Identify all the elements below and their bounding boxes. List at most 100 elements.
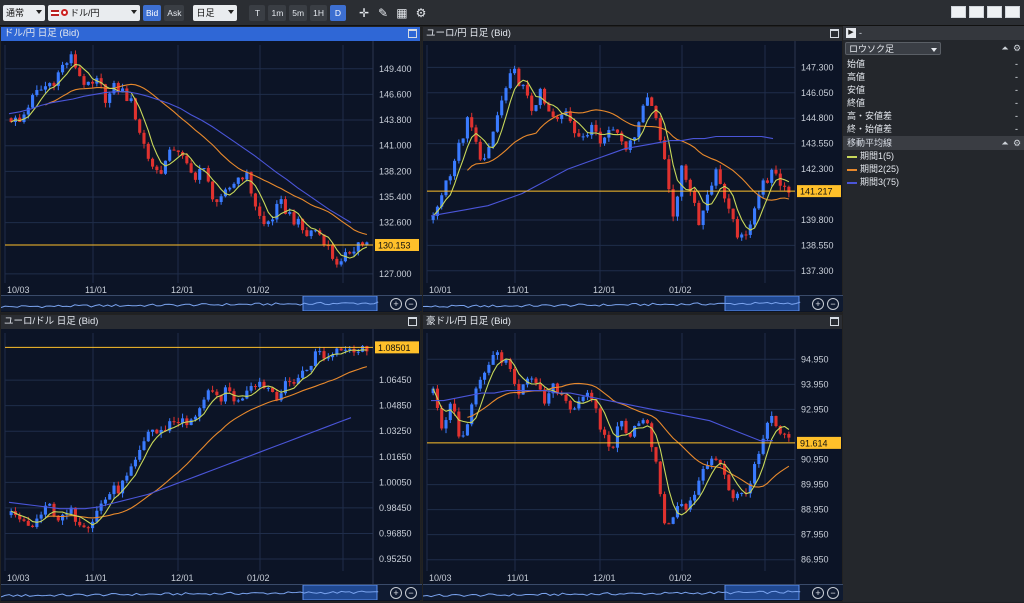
y-tick-label: 137.300	[801, 266, 834, 276]
ma-row[interactable]: 期間1(5)	[843, 150, 1024, 163]
navigator-strip[interactable]: + −	[422, 584, 844, 601]
candle-body	[753, 464, 757, 484]
current-price-label: 141.217	[800, 187, 833, 197]
mode-select[interactable]: 通常	[3, 4, 45, 21]
candle-body	[339, 348, 343, 351]
ohlc-label: 終値	[847, 98, 866, 108]
candle-body	[266, 221, 270, 225]
y-tick-label: 138.550	[801, 240, 834, 250]
zoom-in-icon[interactable]: +	[812, 298, 824, 310]
pair-select[interactable]: ドル/円	[48, 4, 140, 21]
navigator-strip[interactable]: + −	[0, 584, 422, 601]
period-select[interactable]: 日足	[193, 4, 238, 21]
candle-body	[504, 88, 508, 101]
layout-rows-icon[interactable]	[987, 6, 1002, 18]
tf-1h[interactable]: 1H	[310, 4, 327, 21]
zoom-out-icon[interactable]: −	[827, 587, 839, 599]
gear-icon[interactable]: ⚙	[413, 5, 429, 21]
chart-panel-eurjpy[interactable]: ユーロ/円 日足 (Bid) 147.300 146.050 144.800 143.…	[422, 26, 844, 313]
candle-body	[78, 67, 82, 77]
y-tick-label: 1.04850	[379, 401, 412, 411]
tf-daily[interactable]: D	[329, 4, 346, 21]
candle-body	[52, 503, 56, 516]
candle-body	[444, 420, 448, 429]
candle-body	[245, 172, 249, 180]
ma-bell-icon[interactable]: ⏶	[1000, 138, 1010, 148]
pencil-icon[interactable]: ✎	[375, 5, 391, 21]
candle-body	[61, 64, 65, 73]
chart-panel-audjpy[interactable]: 豪ドル/円 日足 (Bid) 94.950 93.950 92.950 91.614 9…	[422, 314, 844, 602]
chart-plot[interactable]: 147.300 146.050 144.800 143.550 142.300 141.2…	[423, 41, 844, 298]
chart-title: ユーロ/ドル 日足 (Bid)	[1, 315, 420, 329]
ma-row[interactable]: 期間2(25)	[843, 163, 1024, 176]
candle-body	[26, 520, 30, 526]
ma5-line	[432, 358, 790, 516]
calculator-icon[interactable]: ▦	[394, 5, 410, 21]
ma-gear-icon[interactable]: ⚙	[1012, 138, 1022, 148]
maximize-icon[interactable]	[408, 317, 417, 326]
candle-body	[731, 208, 735, 220]
layout-two-icon[interactable]	[969, 6, 984, 18]
ma-color-swatch	[847, 155, 857, 158]
chart-plot[interactable]: 149.400 146.600 143.800 141.000 138.200 135.4…	[1, 41, 422, 298]
zoom-in-icon[interactable]: +	[390, 298, 402, 310]
chart-plot[interactable]: 1.08501 1.06450 1.04850 1.03250 1.01650 1.000…	[1, 329, 422, 586]
navigator-strip[interactable]: + −	[0, 295, 422, 312]
bell-icon[interactable]: ⏶	[1000, 43, 1010, 53]
candle-body	[159, 170, 163, 174]
settings-gear-icon[interactable]: ⚙	[1012, 43, 1022, 53]
candle-body	[513, 68, 517, 74]
candle-body	[491, 354, 495, 365]
ma25-line	[467, 382, 790, 488]
crosshair-icon[interactable]: ✛	[356, 5, 372, 21]
current-price-label: 130.153	[378, 240, 411, 250]
y-tick-label: 143.800	[379, 115, 412, 125]
chart-panel-usdjpy[interactable]: ドル/円 日足 (Bid) 149.400 146.600 143.800 141.0…	[0, 26, 422, 313]
maximize-icon[interactable]	[830, 317, 839, 326]
chart-plot[interactable]: 94.950 93.950 92.950 91.614 90.950 89.950 88.9…	[423, 329, 844, 586]
candle-body	[568, 400, 572, 410]
candle-body	[457, 411, 461, 437]
candle-body	[778, 173, 782, 186]
candle-body	[228, 187, 232, 190]
zoom-in-icon[interactable]: +	[390, 587, 402, 599]
candle-body	[453, 403, 457, 412]
ask-toggle[interactable]: Ask	[164, 4, 185, 21]
layout-single-icon[interactable]	[951, 6, 966, 18]
ohlc-row: 終・始値差 -	[843, 123, 1024, 136]
ohlc-label: 終・始値差	[847, 124, 893, 134]
navigator-strip[interactable]: + −	[422, 295, 844, 312]
maximize-icon[interactable]	[408, 29, 417, 38]
tf-tick[interactable]: T	[249, 4, 266, 21]
y-tick-label: 144.800	[801, 113, 834, 123]
bid-toggle[interactable]: Bid	[143, 4, 162, 21]
ma-row[interactable]: 期間3(75)	[843, 176, 1024, 189]
candle-body	[680, 165, 684, 197]
zoom-in-icon[interactable]: +	[812, 587, 824, 599]
candle-body	[241, 177, 245, 180]
zoom-out-icon[interactable]: −	[827, 298, 839, 310]
candle-body	[461, 138, 465, 143]
candle-body	[39, 514, 43, 519]
candle-body	[667, 159, 671, 190]
candle-body	[440, 407, 444, 429]
candle-body	[483, 158, 487, 160]
candle-body	[783, 433, 787, 435]
play-icon[interactable]: ▶	[846, 28, 856, 38]
ma-title: 移動平均線	[847, 138, 893, 148]
candle-body	[551, 111, 555, 117]
chart-type-select[interactable]: ロウソク足	[845, 42, 941, 55]
chart-panel-eurusd[interactable]: ユーロ/ドル 日足 (Bid) 1.08501 1.06450 1.04850 1.0…	[0, 314, 422, 602]
zoom-out-icon[interactable]: −	[405, 298, 417, 310]
layout-grid-icon[interactable]	[1005, 6, 1020, 18]
ohlc-label: 安値	[847, 85, 866, 95]
maximize-icon[interactable]	[830, 29, 839, 38]
tf-5m[interactable]: 5m	[289, 4, 308, 21]
candle-body	[69, 54, 73, 64]
tf-1m[interactable]: 1m	[268, 4, 287, 21]
candle-body	[271, 219, 275, 222]
candle-body	[108, 494, 112, 500]
candle-body	[735, 219, 739, 238]
zoom-out-icon[interactable]: −	[405, 587, 417, 599]
candle-body	[335, 258, 339, 265]
